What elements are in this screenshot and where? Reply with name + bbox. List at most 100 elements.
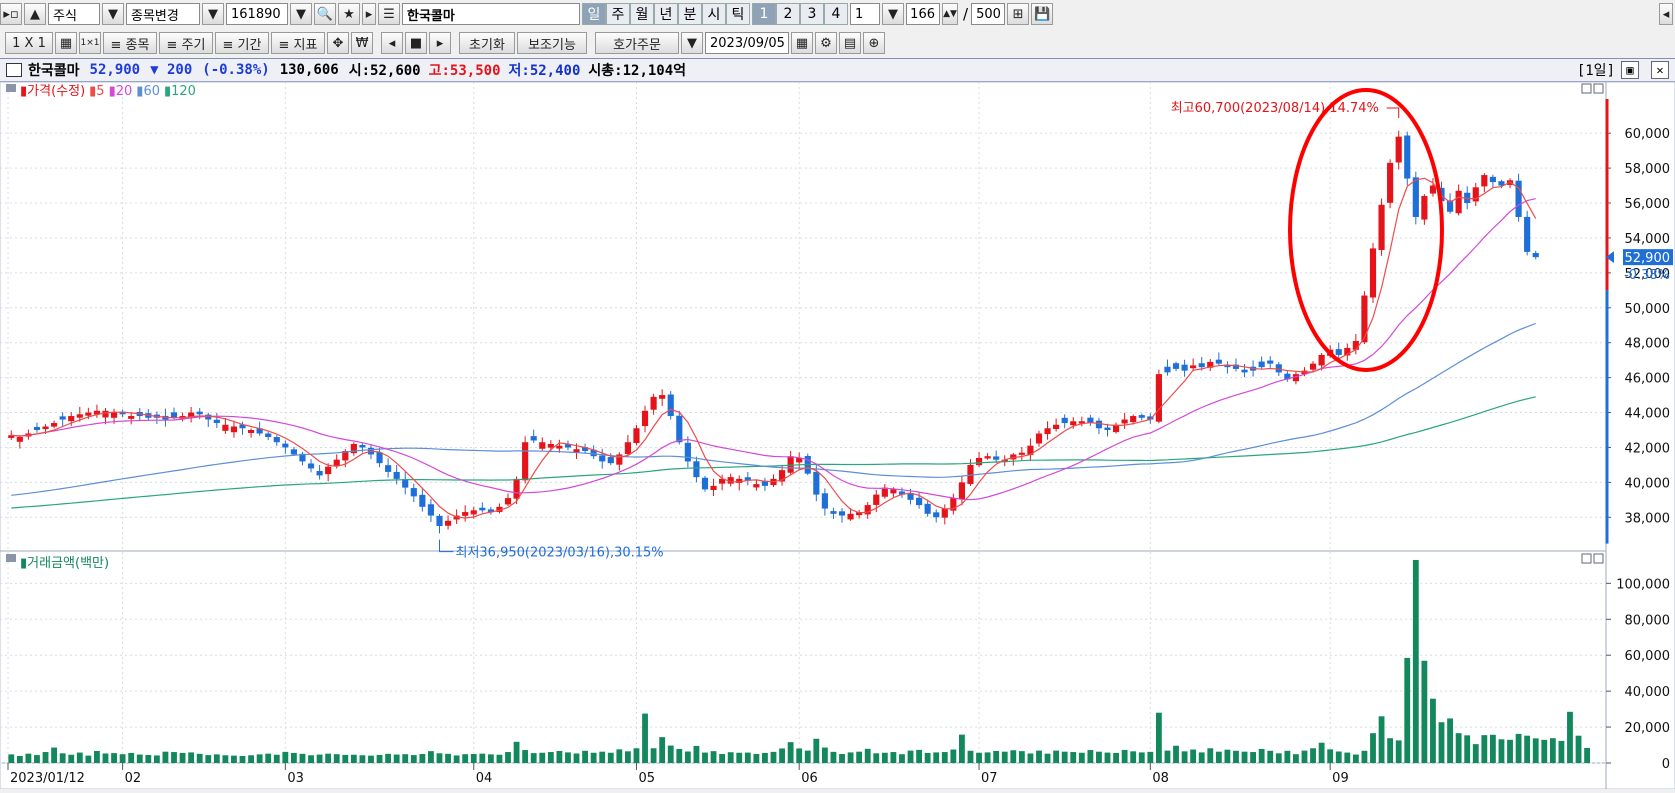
market-select[interactable]: 주식 [48,3,100,25]
save-icon[interactable]: 💾 [1031,3,1054,25]
pane-maximize-icon[interactable] [1581,83,1592,94]
search-icon[interactable]: 🔍 [314,3,336,25]
volume-bar [547,752,554,763]
volume-bar [565,752,571,763]
volume-bar [959,734,965,763]
tab-monthly[interactable]: 월 [630,3,654,25]
layout-label: 1 X 1 [12,35,46,51]
volume-pane-maximize-icon[interactable] [1581,553,1592,564]
count-input[interactable]: 166 [906,3,940,25]
item-label: ≡ 종목 [110,37,150,53]
candle-body [667,394,674,417]
volume-pane-close-icon[interactable] [1593,553,1604,564]
zoom-settings-icon[interactable]: ⊕ [863,32,885,54]
code-change-label: 종목변경 [131,8,179,24]
collapse-up-button[interactable]: ▲ [24,3,46,25]
candle-body [539,442,546,449]
select-checkbox[interactable] [6,63,22,77]
settings-gear-icon[interactable]: ⚙ [815,32,837,54]
candle-body [513,478,520,499]
won-icon[interactable]: ₩ [351,32,373,54]
maximize-icon[interactable]: ▣ [1621,61,1639,79]
volume-bar [428,751,434,763]
market-dropdown-button[interactable]: ▼ [102,3,124,25]
stock-code-value: 161890 [231,6,281,22]
volume-bar [248,755,254,763]
total-input[interactable]: 500 [971,3,1006,25]
stock-code-input[interactable]: 161890 [226,3,288,25]
layout-button[interactable]: 1 X 1 [5,32,53,54]
pane-close-icon[interactable] [1593,83,1604,94]
volume-bar [94,750,100,763]
volume-bar [34,755,40,763]
layout-toggle-button[interactable]: ▸▫ [0,3,22,25]
count-stepper[interactable]: ▲▼ [942,3,958,25]
aux-function-button[interactable]: 보조기능 [517,32,587,54]
volume-bar [967,750,974,763]
move-icon[interactable]: ✥ [327,32,349,54]
candle-body [1352,340,1359,350]
candle-body [393,471,400,479]
interval-tab-4[interactable]: 4 [824,3,848,25]
tab-tick[interactable]: 틱 [726,3,750,25]
aux-function-label: 보조기능 [528,37,576,53]
volume-bar [1001,751,1008,763]
tab-daily[interactable]: 일 [582,3,606,25]
item-button[interactable]: ≡ 종목 [103,32,157,54]
chart-settings-icon[interactable]: ▤ [839,32,861,54]
stock-code-dropdown-button[interactable]: ▼ [290,3,312,25]
volume-bar [68,754,75,763]
current-price-label: 52,900 [1625,251,1671,266]
code-change-dropdown-button[interactable]: ▼ [202,3,224,25]
favorite-star-icon[interactable]: ★ [338,3,360,25]
index-button[interactable]: ≡ 지표 [271,32,325,54]
stop-icon[interactable]: ■ [405,32,427,54]
code-change-select[interactable]: 종목변경 [126,3,200,25]
volume-bar [445,753,451,763]
candle-body [410,488,417,497]
candle-body [787,456,794,473]
grid-icon[interactable]: ▦ [55,32,77,54]
side-panel-toggle-icon[interactable]: ◂ [1659,3,1673,25]
interval-tab-1[interactable]: 1 [752,3,776,25]
candle-body [42,426,49,430]
prev-icon[interactable]: ◂ [381,32,403,54]
tab-weekly[interactable]: 주 [606,3,630,25]
volume-bar [1327,749,1334,763]
calendar-icon[interactable]: ▦ [791,32,813,54]
cycle-button[interactable]: ≡ 주기 [159,32,213,54]
candle-body [376,452,383,464]
add-window-icon[interactable]: ⊞ [1007,3,1030,25]
volume-bar [1472,744,1479,763]
volume-tick-label: 100,000 [1616,577,1670,592]
info-price: 52,900 [89,62,141,78]
volume-bar [804,750,811,763]
legend-ma120: 120 [171,84,196,99]
volume-bar [1215,751,1222,763]
close-icon[interactable]: ✕ [1651,61,1669,79]
volume-bar [333,754,340,763]
reset-button[interactable]: 초기화 [459,32,515,54]
tab-yearly[interactable]: 년 [654,3,678,25]
volume-bar [436,753,443,763]
interval-tab-2[interactable]: 2 [776,3,800,25]
next-icon[interactable]: ▸ [429,32,451,54]
order-dropdown-button[interactable]: ▼ [681,32,703,54]
next-stock-icon[interactable]: ▸ [362,3,376,25]
info-high: 고:53,500 [429,60,501,80]
tab-hour[interactable]: 시 [702,3,726,25]
interval-tab-3[interactable]: 3 [800,3,824,25]
period-button[interactable]: ≡ 기간 [215,32,269,54]
chart-svg[interactable]: 60,00058,00056,00054,00052,00050,00048,0… [0,81,1675,790]
one-by-one-icon[interactable]: 1×1 [79,32,101,54]
stock-list-icon[interactable]: ☰ [378,3,400,25]
date-input[interactable]: 2023/09/05 [705,32,789,54]
candle-body [659,395,666,399]
volume-tick-label: 0 [1662,757,1670,772]
interval-dropdown-button[interactable]: ▼ [882,3,904,25]
chart-area[interactable]: 60,000 58,000 56,000 54,000 52,000 50,000 48,0… [0,81,1675,790]
candle-body [333,459,340,466]
interval-input[interactable]: 1 [850,3,880,25]
tab-minute[interactable]: 분 [678,3,702,25]
order-button[interactable]: 호가주문 [595,32,679,54]
